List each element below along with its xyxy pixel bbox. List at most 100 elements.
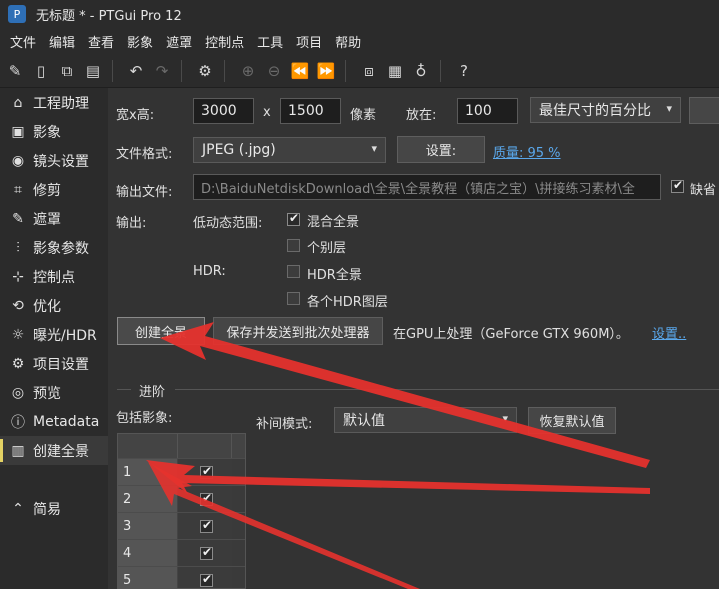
- toolbar: ✎ ▯ ⧉ ▤ ↶ ↷ ⚙ ⊕ ⊖ ⏪ ⏩ ⧈ ▦ ♁ ?: [0, 54, 719, 88]
- sidebar-item-crop[interactable]: ⌗ 修剪: [0, 175, 108, 204]
- advanced-section-title: 进阶: [139, 385, 166, 400]
- toolbar-separator: [440, 59, 441, 82]
- include-cell: [178, 459, 232, 485]
- save-icon[interactable]: ▤: [82, 60, 104, 82]
- default-checkbox[interactable]: [671, 178, 684, 193]
- zoom-extra-button[interactable]: [689, 97, 719, 124]
- image-number: 2: [118, 486, 178, 512]
- sidebar-item-control-points[interactable]: ⊹ 控制点: [0, 262, 108, 291]
- sidebar-item-create-panorama[interactable]: ▥ 创建全景: [0, 436, 108, 465]
- zoom-label: 放在:: [406, 108, 437, 123]
- individual-layers-checkbox[interactable]: [287, 239, 300, 252]
- interpolation-select[interactable]: 默认值 ▾: [334, 407, 517, 433]
- sun-icon: ☼: [11, 326, 25, 343]
- sidebar-item-image-params[interactable]: ⫶ 影象参数: [0, 233, 108, 262]
- interpolation-value: 默认值: [343, 413, 385, 429]
- include-cell: [178, 486, 232, 512]
- sidebar-item-project-settings[interactable]: ⚙ 项目设置: [0, 349, 108, 378]
- menu-help[interactable]: 帮助: [335, 32, 361, 51]
- sidebar-item-images[interactable]: ▣ 影象: [0, 117, 108, 146]
- menu-tools[interactable]: 工具: [257, 32, 283, 51]
- lightbulb-icon[interactable]: ♁: [410, 60, 432, 82]
- send-to-batch-button[interactable]: 保存并发送到批次处理器: [213, 317, 383, 345]
- include-image-checkbox[interactable]: [200, 464, 213, 479]
- menu-mask[interactable]: 遮罩: [166, 32, 192, 51]
- format-label: 文件格式:: [116, 147, 173, 162]
- settings-gear-icon[interactable]: ⚙: [194, 60, 216, 82]
- redo-icon[interactable]: ↷: [151, 60, 173, 82]
- sidebar-item-label: 影象参数: [33, 240, 89, 257]
- document-icon[interactable]: ▯: [30, 60, 52, 82]
- menu-file[interactable]: 文件: [10, 32, 36, 51]
- restore-defaults-button[interactable]: 恢复默认值: [528, 407, 616, 434]
- zoom-mode-select[interactable]: 最佳尺寸的百分比 ▾: [530, 97, 681, 123]
- gear-icon: ⚙: [11, 355, 25, 372]
- chevron-up-circle-icon: ⌃: [12, 500, 24, 517]
- sidebar-item-exposure-hdr[interactable]: ☼ 曝光/HDR: [0, 320, 108, 349]
- undo-icon[interactable]: ↶: [125, 60, 147, 82]
- help-icon[interactable]: ?: [453, 60, 475, 82]
- blended-panorama-checkbox[interactable]: [287, 211, 300, 226]
- sidebar-item-optimize[interactable]: ⟲ 优化: [0, 291, 108, 320]
- sidebar-item-label: Metadata: [33, 413, 100, 430]
- include-cell: [178, 513, 232, 539]
- edit-icon[interactable]: ✎: [4, 60, 26, 82]
- hdr-layers-checkbox[interactable]: [287, 292, 300, 305]
- home-icon: ⌂: [13, 94, 23, 111]
- file-format-select[interactable]: JPEG (.jpg) ▾: [193, 137, 386, 163]
- copy-icon[interactable]: ⧉: [56, 60, 78, 82]
- hdr-panorama-checkbox[interactable]: [287, 265, 300, 278]
- chevron-down-icon: ▾: [666, 102, 672, 115]
- include-image-checkbox[interactable]: [200, 572, 213, 587]
- window-title: 无标题 * - PTGui Pro 12: [36, 8, 182, 24]
- menu-bar: 文件 编辑 查看 影象 遮罩 控制点 工具 项目 帮助: [0, 28, 719, 54]
- sidebar-item-preview[interactable]: ◎ 预览: [0, 378, 108, 407]
- sidebar-item-project-assistant[interactable]: ⌂ 工程助理: [0, 88, 108, 117]
- include-image-checkbox[interactable]: [200, 491, 213, 506]
- sidebar-item-mask[interactable]: ✎ 遮罩: [0, 204, 108, 233]
- fast-forward-icon[interactable]: ⏩: [315, 60, 337, 82]
- zoom-in-icon[interactable]: ⊕: [237, 60, 259, 82]
- sidebar-item-simple[interactable]: ⌃ 简易: [0, 494, 108, 523]
- image-number: 4: [118, 540, 178, 566]
- table-row: 1: [118, 458, 245, 485]
- output-file-input[interactable]: D:\BaiduNetdiskDownload\全景\全景教程（镇店之宝）\拼接…: [193, 174, 661, 200]
- include-cell: [178, 567, 232, 588]
- menu-control-points[interactable]: 控制点: [205, 32, 244, 51]
- sidebar-item-metadata[interactable]: ⓘ Metadata: [0, 407, 108, 436]
- table-row: 3: [118, 512, 245, 539]
- panorama-editor-icon[interactable]: ⧈: [358, 60, 380, 82]
- sidebar-item-label: 优化: [33, 298, 61, 315]
- rewind-icon[interactable]: ⏪: [289, 60, 311, 82]
- table-header-cell: [118, 434, 178, 458]
- height-input[interactable]: 1500: [280, 98, 341, 124]
- zoom-mode-value: 最佳尺寸的百分比: [539, 103, 651, 119]
- size-separator: x: [263, 105, 271, 120]
- zoom-out-icon[interactable]: ⊖: [263, 60, 285, 82]
- table-row: 5: [118, 566, 245, 588]
- sidebar-item-label: 工程助理: [33, 95, 89, 112]
- gpu-settings-link[interactable]: 设置..: [652, 323, 686, 342]
- include-image-checkbox[interactable]: [200, 545, 213, 560]
- panorama-icon: ▥: [11, 442, 25, 459]
- table-icon[interactable]: ▦: [384, 60, 406, 82]
- sidebar-item-label: 曝光/HDR: [33, 327, 97, 344]
- width-input[interactable]: 3000: [193, 98, 254, 124]
- menu-edit[interactable]: 编辑: [49, 32, 75, 51]
- menu-view[interactable]: 查看: [88, 32, 114, 51]
- quality-link[interactable]: 质量: 95 %: [493, 142, 561, 161]
- menu-project[interactable]: 项目: [296, 32, 322, 51]
- toolbar-separator: [181, 59, 182, 82]
- sidebar: ⌂ 工程助理 ▣ 影象 ◉ 镜头设置 ⌗ 修剪 ✎ 遮罩 ⫶ 影象参数 ⊹ 控制点 ⟲ 优化 ☼…: [0, 88, 108, 589]
- sidebar-item-lens-settings[interactable]: ◉ 镜头设置: [0, 146, 108, 175]
- image-number: 5: [118, 567, 178, 588]
- sidebar-item-label: 简易: [33, 501, 61, 518]
- sidebar-item-label: 修剪: [33, 182, 61, 199]
- include-image-checkbox[interactable]: [200, 518, 213, 533]
- zoom-input[interactable]: 100: [457, 98, 518, 124]
- menu-images[interactable]: 影象: [127, 32, 153, 51]
- image-number: 1: [118, 459, 178, 485]
- table-row: 4: [118, 539, 245, 566]
- format-settings-button[interactable]: 设置:: [397, 136, 485, 163]
- create-panorama-button[interactable]: 创建全景: [117, 317, 205, 345]
